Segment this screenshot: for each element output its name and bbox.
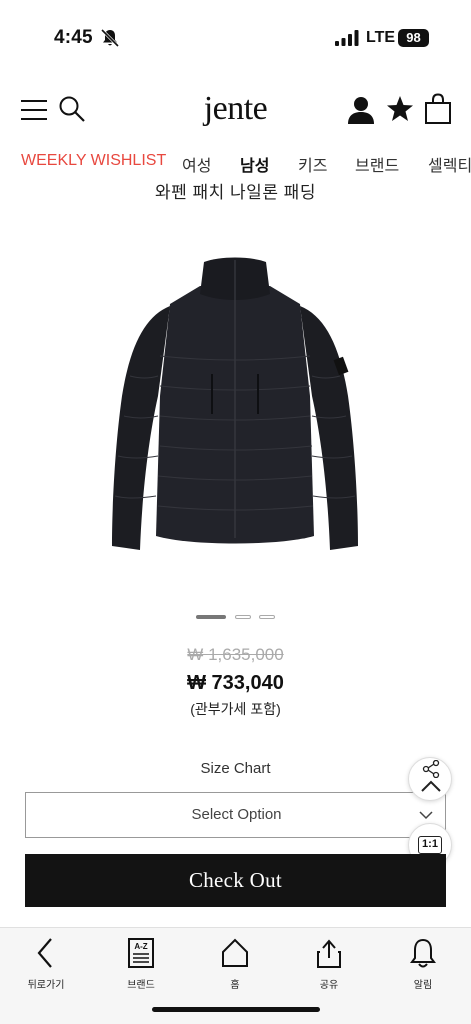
bottom-nav-brand[interactable]: A-Z 브랜드 [101,934,181,994]
bottom-nav-back-label: 뒤로가기 [27,980,65,991]
original-price: ₩ 1,635,000 [187,645,284,664]
share-icon [317,939,341,968]
back-arrow-icon [37,938,52,968]
share-scroll-top-button[interactable] [408,757,452,801]
option-select-placeholder: Select Option [191,806,282,823]
tax-note: (관부가세 포함) [190,701,281,717]
bottom-nav-alerts[interactable]: 알림 [383,934,463,994]
star-icon[interactable] [386,95,414,123]
home-indicator[interactable] [152,1007,320,1012]
status-bar: 4:45 LTE 98 [0,0,471,76]
bottom-nav-home[interactable]: 홈 [195,934,275,994]
ratio-label: 1:1 [418,836,442,854]
cell-signal-icon [335,30,359,46]
bottom-nav-share[interactable]: 공유 [289,934,369,994]
share-nodes-icon [422,760,440,778]
home-icon [222,938,248,967]
product-title-text: 와펜 패치 나일론 패딩 [155,183,316,202]
site-header: jente [0,84,471,136]
product-image[interactable] [100,246,370,576]
option-select[interactable]: Select Option [25,792,446,838]
bell-icon [410,938,436,968]
carousel-indicator [0,612,471,624]
user-icon[interactable] [346,95,376,125]
product-title: 와펜 패치 나일론 패딩 [0,172,471,202]
bottom-nav-back[interactable]: 뒤로가기 [6,934,86,994]
carousel-dot-active[interactable] [196,615,226,619]
checkout-button[interactable]: Check Out [25,854,446,907]
carousel-dot[interactable] [259,615,275,619]
bottom-nav-brand-label: 브랜드 [127,980,155,991]
carousel-dot[interactable] [235,615,251,619]
shopping-bag-icon[interactable] [424,93,452,125]
sale-price: ₩ 733,040 [187,672,284,694]
bottom-nav-home-label: 홈 [230,980,240,991]
svg-text:A-Z: A-Z [134,942,147,951]
battery-indicator: 98 [398,29,429,47]
network-type: LTE [366,29,396,46]
bell-off-icon [100,28,120,48]
status-time: 4:45 [54,27,93,48]
nav-item-weekly-wishlist[interactable]: WEEKLY WISHLIST [21,152,166,170]
chevron-up-icon [421,780,441,792]
bottom-nav-share-label: 공유 [319,980,339,991]
bottom-nav-alerts-label: 알림 [413,980,433,991]
size-chart-link[interactable]: Size Chart [0,760,471,777]
chevron-down-icon [419,811,433,820]
brand-az-icon: A-Z [128,938,154,968]
